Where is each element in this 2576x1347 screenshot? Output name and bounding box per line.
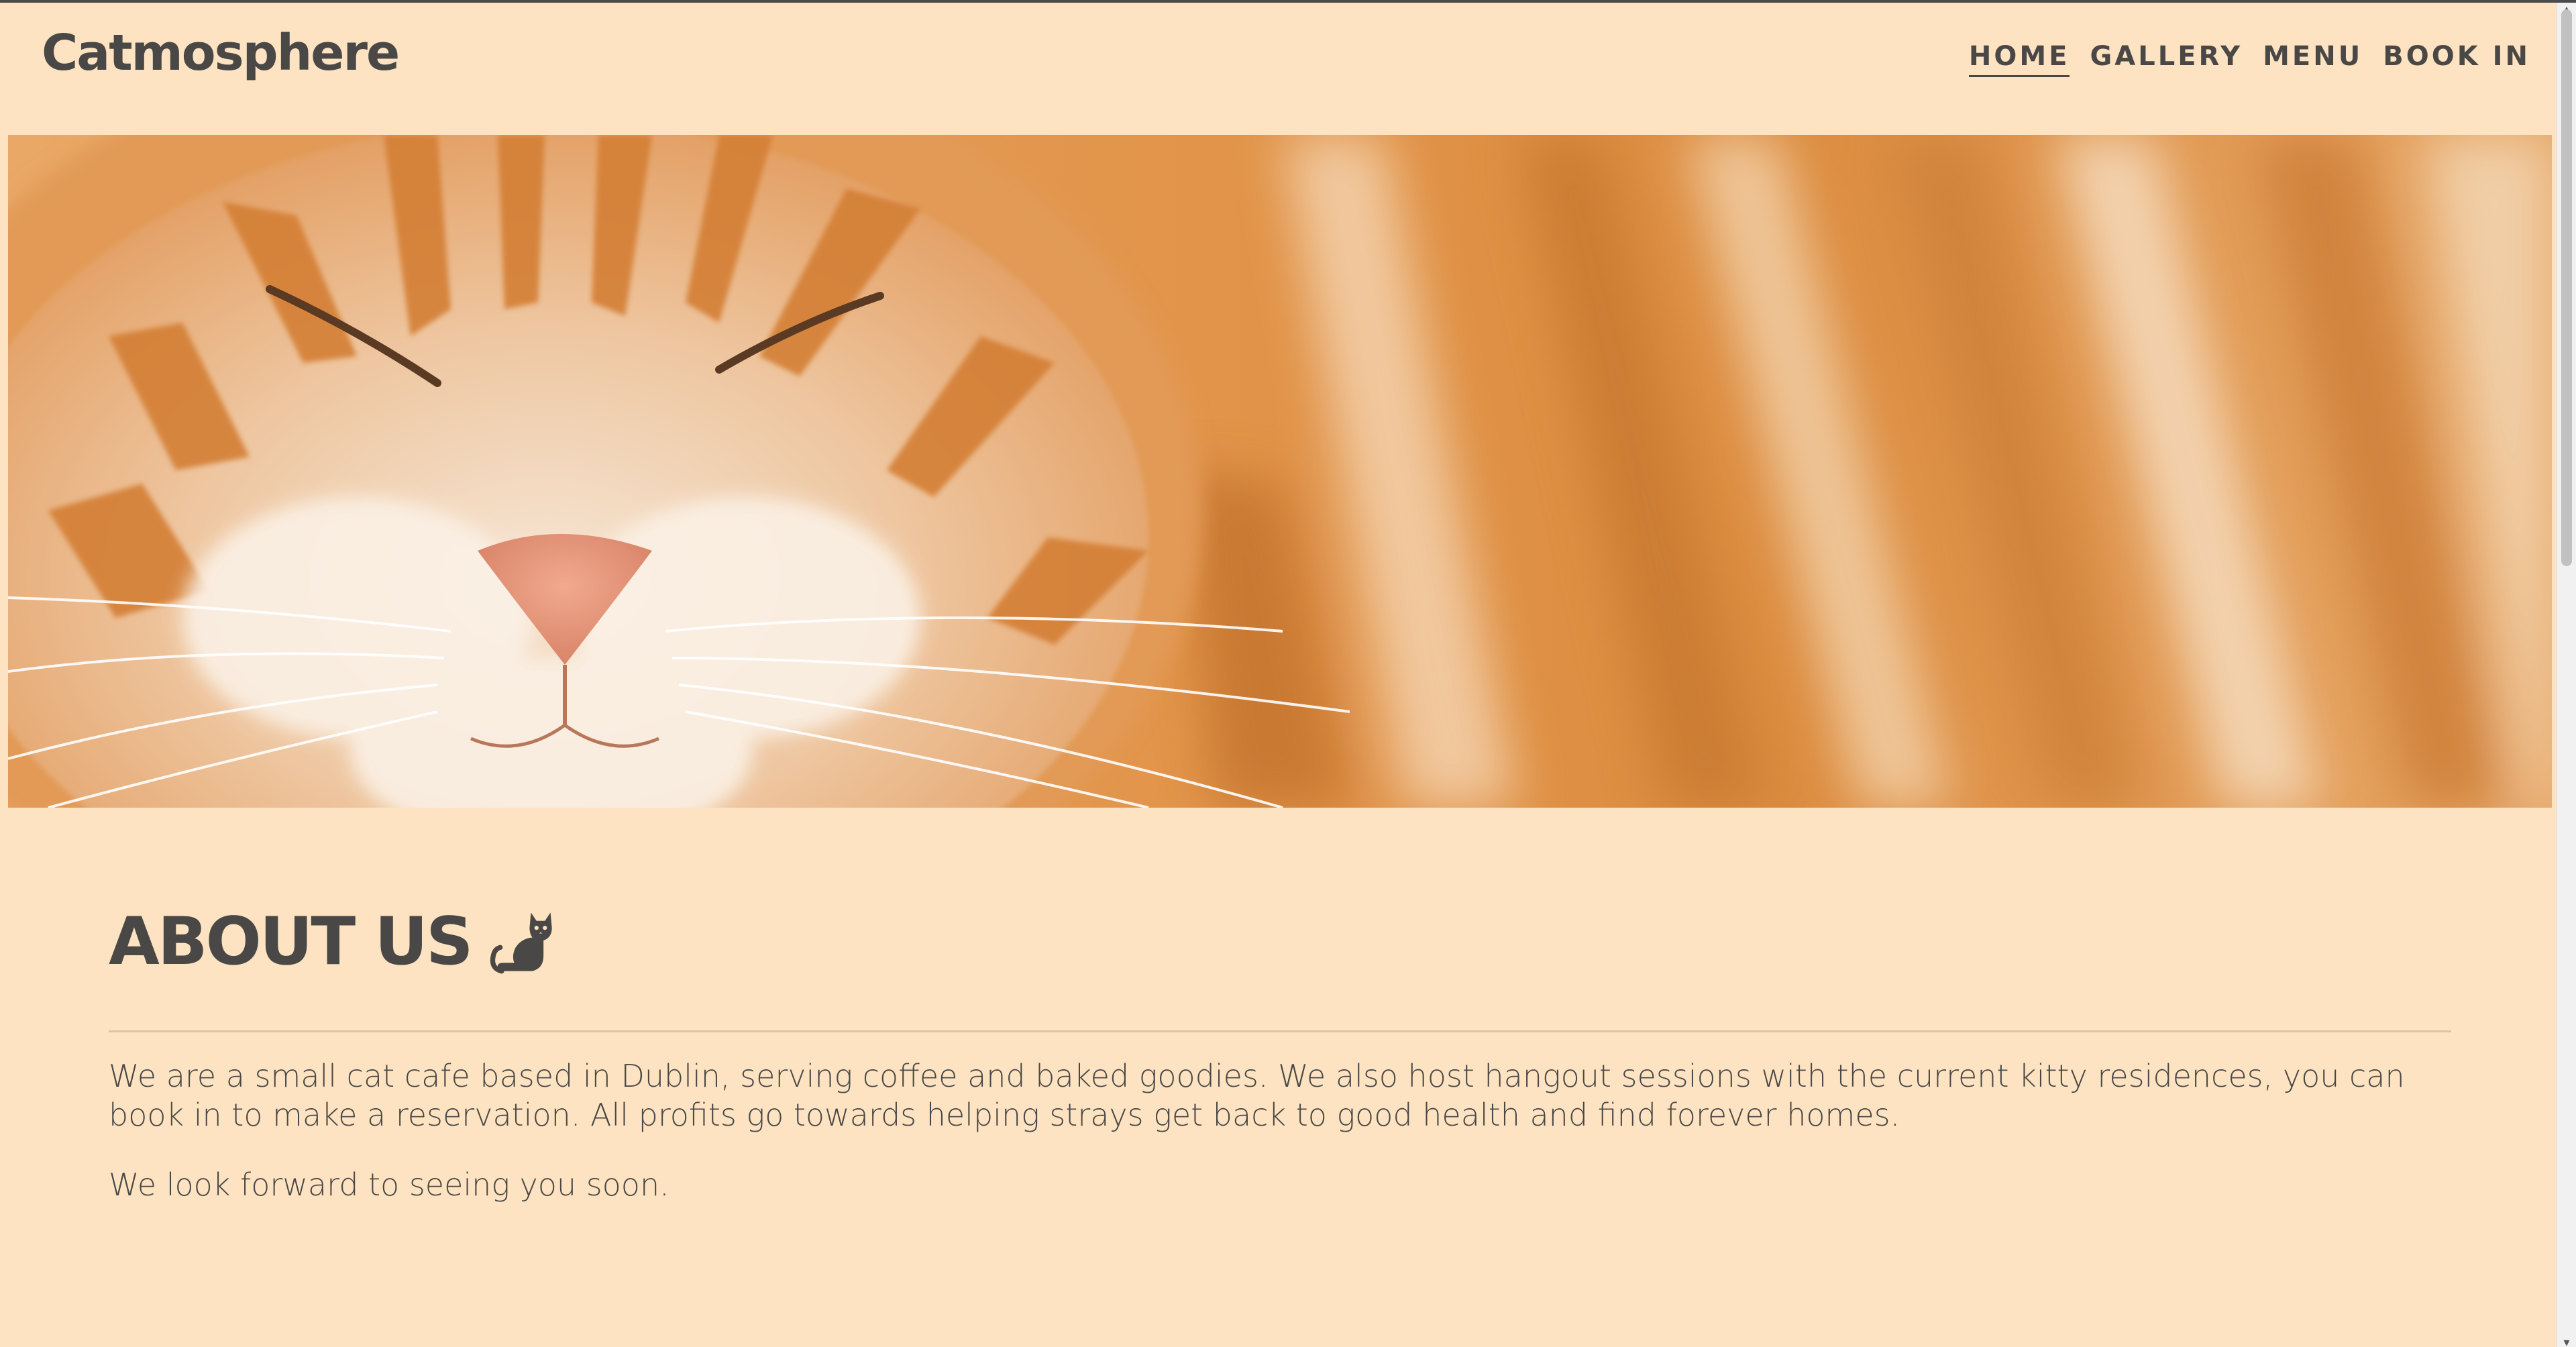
about-paragraph-1: We are a small cat cafe based in Dublin,… — [109, 1058, 2405, 1133]
main-nav: HOME GALLERY MENU BOOK IN — [1968, 42, 2530, 77]
section-divider — [109, 1030, 2451, 1032]
about-heading: ABOUT US — [109, 902, 2451, 982]
hero-image — [8, 135, 2552, 808]
scrollbar-thumb[interactable] — [2561, 9, 2572, 566]
about-title-text: ABOUT US — [109, 904, 474, 980]
about-paragraph-2: We look forward to seeing you soon. — [109, 1167, 669, 1203]
about-section: ABOUT US We are a small cat cafe based i… — [109, 902, 2451, 1204]
hero-cat-illustration — [8, 135, 2552, 808]
brand-logo[interactable]: Catmosphere — [42, 28, 400, 78]
nav-menu-link[interactable]: MENU — [2263, 42, 2363, 77]
page: Catmosphere HOME GALLERY MENU BOOK IN AB… — [0, 0, 2576, 1347]
nav-home-link[interactable]: HOME — [1968, 42, 2070, 77]
site-header: Catmosphere HOME GALLERY MENU BOOK IN — [0, 3, 2557, 130]
nav-gallery-link[interactable]: GALLERY — [2090, 42, 2243, 77]
nav-book-in-link[interactable]: BOOK IN — [2383, 42, 2530, 77]
cat-icon — [490, 912, 552, 974]
page-scrollbar[interactable]: ▴ ▾ — [2557, 3, 2576, 1347]
scroll-down-arrow-icon[interactable]: ▾ — [2557, 1336, 2576, 1347]
